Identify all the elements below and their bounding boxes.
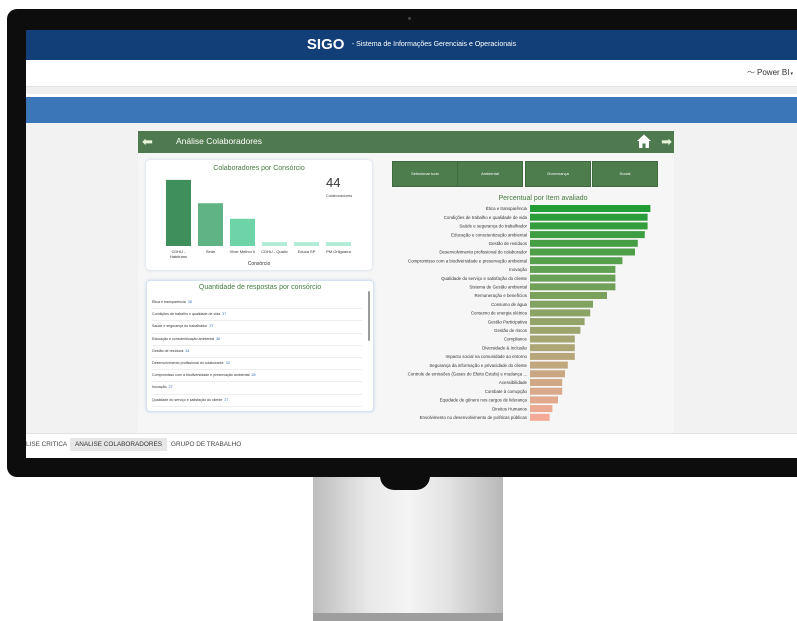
- y-tick-label: Gestão de resíduos: [489, 241, 528, 246]
- y-tick-label: Direitos Humanos: [492, 406, 528, 411]
- chart-line-icon: 〜: [747, 68, 756, 77]
- y-tick-label: Combate à corrupção: [485, 389, 528, 394]
- y-tick-label: Desenvolvimento profissional do colabora…: [439, 250, 527, 255]
- bar: [530, 309, 591, 317]
- tab-analise-critica[interactable]: LISE CRITICA: [26, 438, 67, 451]
- y-tick-label: Gestão Participativa: [488, 319, 528, 324]
- bar: [530, 205, 651, 212]
- y-tick-label: Ética e transparência: [486, 206, 528, 211]
- bar: [530, 274, 616, 282]
- y-tick-label: Diversidade & Inclusão: [482, 345, 527, 350]
- section-banner: [26, 97, 797, 123]
- page-tabs: LISE CRITICA ANALISE COLABORADORES GRUPO…: [26, 433, 797, 458]
- bar: [530, 231, 645, 239]
- y-tick-label: Gestão de riscos: [494, 328, 528, 333]
- bar: [530, 265, 616, 273]
- bar: [530, 413, 550, 421]
- bar: [530, 335, 575, 343]
- camera-icon: [408, 17, 411, 20]
- bar: [530, 283, 616, 291]
- report-canvas: ⬅ Análise Colaboradores ➡ Colaboradores …: [26, 123, 797, 433]
- report-page: ⬅ Análise Colaboradores ➡ Colaboradores …: [138, 131, 674, 433]
- y-tick-label: Inovação: [509, 267, 527, 272]
- monitor-stand-base: [313, 613, 503, 621]
- bar: [530, 379, 563, 386]
- y-tick-label: Qualidade do serviço e satisfação do cli…: [441, 276, 527, 281]
- bar: [530, 257, 623, 265]
- percent-bar-chart: Ética e transparência Condições de trabal…: [408, 205, 651, 421]
- bar: [530, 326, 581, 334]
- y-tick-label: Remuneração e benefícios: [475, 293, 528, 298]
- y-tick-label: Condições de trabalho e qualidade de vid…: [444, 215, 528, 220]
- separator: [26, 87, 797, 94]
- y-tick-label: Controle de emissões (Gases do Efeito Es…: [408, 372, 527, 377]
- y-tick-label: Educação e conscientização ambiental: [451, 232, 527, 237]
- tab-grupo-de-trabalho[interactable]: GRUPO DE TRABALHO: [171, 438, 241, 451]
- app-header: SIGO - Sistema de Informações Gerenciais…: [26, 30, 797, 60]
- y-tick-label: Consumo de água: [491, 302, 527, 307]
- bar: [530, 222, 648, 230]
- bar: [530, 292, 607, 299]
- bar: [530, 213, 648, 221]
- y-tick-label: Compromisso com a biodiversidade e prese…: [408, 258, 527, 263]
- powerbi-bar: 〜 Power BI▾: [26, 60, 797, 87]
- y-tick-label: Segurança da informação e privacidade do…: [429, 363, 527, 368]
- bar: [530, 352, 575, 360]
- tab-analise-colaboradores[interactable]: ANALISE COLABORADORES: [70, 438, 168, 451]
- bar: [530, 344, 575, 352]
- bar: [530, 248, 635, 256]
- y-tick-label: Equidade de gênero nos cargos de lideran…: [440, 398, 528, 403]
- monitor-stand: [313, 475, 503, 615]
- y-tick-label: Saúde e segurança do trabalhador: [459, 224, 527, 229]
- y-tick-label: Impacto social na comunidade ao entorno: [445, 354, 527, 359]
- bar: [530, 361, 568, 369]
- y-tick-label: Consumo de energia elétrica: [471, 311, 528, 316]
- powerbi-menu[interactable]: 〜 Power BI▾: [747, 67, 793, 78]
- app-brand: SIGO: [306, 36, 345, 53]
- y-tick-label: Acessibilidade: [499, 380, 528, 385]
- y-tick-label: Compliance: [504, 337, 528, 342]
- chevron-down-icon: ▾: [790, 71, 793, 77]
- bar: [530, 300, 593, 308]
- bar: [530, 239, 638, 247]
- y-tick-label: Sistema de Gestão ambiental: [469, 285, 527, 290]
- bar: [530, 370, 565, 378]
- bar: [530, 396, 558, 404]
- monitor-hinge: [380, 476, 430, 490]
- bar: [530, 405, 553, 413]
- bar: [530, 387, 563, 395]
- bar: [530, 318, 585, 326]
- y-tick-label: Envolvimento no desenvolvimento de polít…: [420, 415, 528, 420]
- screen: SIGO - Sistema de Informações Gerenciais…: [26, 30, 797, 458]
- powerbi-label: Power BI: [757, 68, 790, 77]
- app-subtitle: - Sistema de Informações Gerenciais e Op…: [351, 41, 517, 48]
